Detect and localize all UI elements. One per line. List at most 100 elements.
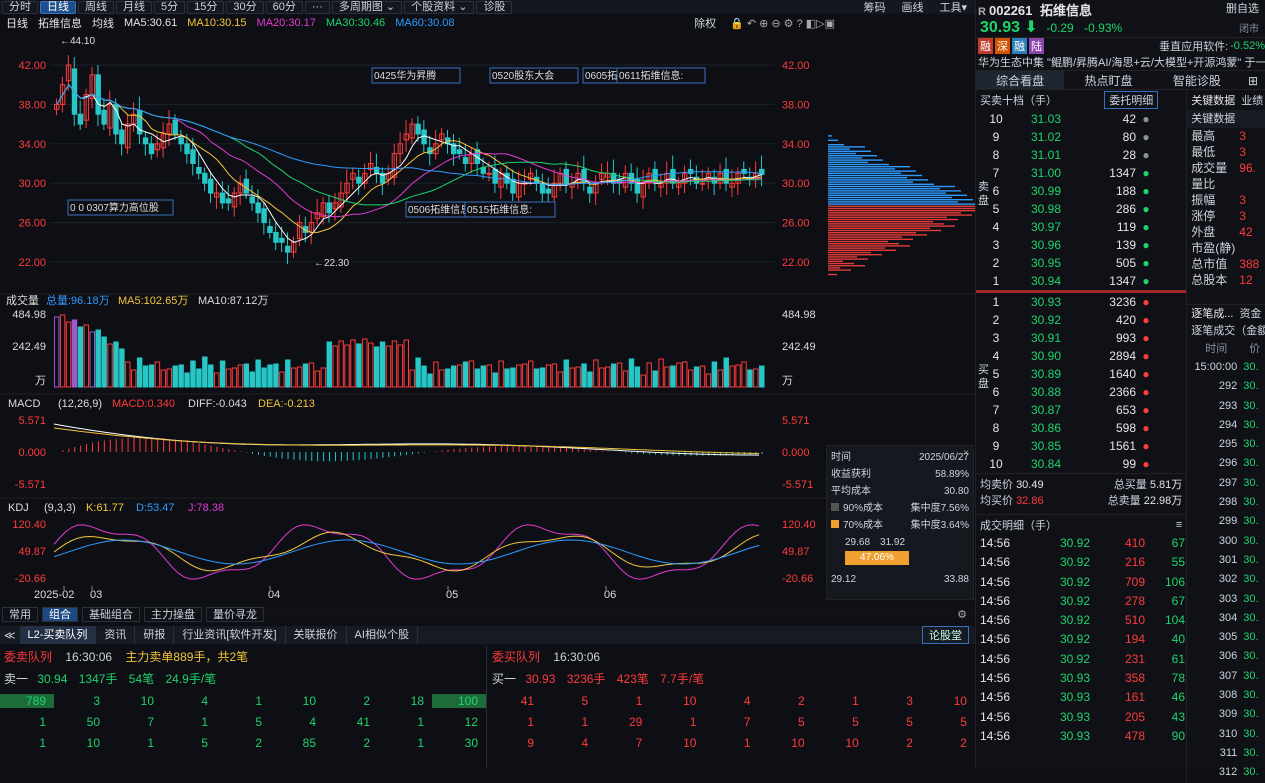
volume-bar[interactable]	[634, 366, 641, 388]
toolbar-right-item-1[interactable]: 画线	[901, 0, 923, 15]
volume-bar[interactable]	[616, 362, 623, 388]
candle-body[interactable]	[178, 137, 184, 145]
volume-bar[interactable]	[551, 363, 558, 388]
volume-bar[interactable]	[670, 365, 676, 388]
period-tab-11[interactable]: 诊股	[476, 0, 513, 14]
volume-bar[interactable]	[148, 364, 155, 388]
volume-bar[interactable]	[243, 363, 250, 388]
volume-bar[interactable]	[373, 346, 380, 388]
volume-bar[interactable]	[71, 319, 78, 388]
fund-tab[interactable]: 资金	[1239, 305, 1261, 322]
volume-bar[interactable]	[605, 366, 611, 388]
volume-bar[interactable]	[563, 359, 569, 388]
volume-bar[interactable]	[113, 341, 119, 388]
volume-bar[interactable]	[89, 331, 95, 388]
volume-bar[interactable]	[332, 345, 338, 388]
volume-bar[interactable]	[427, 373, 433, 388]
volume-bar[interactable]	[575, 366, 581, 388]
volume-bar[interactable]	[717, 369, 724, 388]
bottom-tab-4[interactable]: 量价寻龙	[206, 607, 264, 622]
volume-bar[interactable]	[119, 348, 125, 388]
volume-bar[interactable]	[285, 359, 291, 388]
candle-body[interactable]	[208, 178, 214, 194]
volume-bar[interactable]	[202, 356, 208, 388]
candle-body[interactable]	[101, 109, 107, 125]
orderbook-row[interactable]: 9 30.85 1561 ●	[976, 437, 1186, 455]
volume-bar[interactable]	[101, 336, 107, 388]
candle-body[interactable]	[741, 168, 747, 174]
candle-body[interactable]	[249, 196, 255, 204]
volume-bar[interactable]	[522, 363, 528, 388]
orderbook-row[interactable]: 6 30.88 2366 ●	[976, 383, 1186, 401]
volume-bar[interactable]	[125, 361, 131, 388]
period-tab-10[interactable]: 个股资料 ⌄	[404, 0, 475, 14]
volume-bar[interactable]	[208, 364, 214, 388]
orderbook-row[interactable]: 5 30.98 286 ●	[976, 200, 1186, 218]
orderbook-row[interactable]: 4 30.90 2894 ●	[976, 347, 1186, 365]
volume-bar[interactable]	[172, 365, 178, 388]
period-tab-4[interactable]: 5分	[154, 0, 186, 14]
remove-watchlist-button[interactable]: 删自选	[1226, 0, 1259, 16]
orderbook-row[interactable]: 9 31.02 80 ●	[976, 128, 1186, 146]
volume-bar[interactable]	[255, 359, 261, 388]
period-tab-3[interactable]: 月线	[116, 0, 152, 14]
mode-label[interactable]: 均线	[92, 15, 114, 31]
volume-bar[interactable]	[450, 365, 457, 388]
volume-bar[interactable]	[474, 368, 481, 388]
volume-bar[interactable]	[249, 371, 255, 388]
volume-bar[interactable]	[747, 369, 753, 388]
orderbook-row[interactable]: 7 30.87 653 ●	[976, 401, 1186, 419]
volume-bar[interactable]	[273, 363, 279, 388]
volume-bar[interactable]	[54, 316, 60, 388]
menu-icon[interactable]: ≡	[1176, 519, 1182, 531]
volume-bar[interactable]	[622, 370, 629, 388]
tab-overview[interactable]: 综合看盘	[976, 71, 1065, 89]
volume-bar[interactable]	[302, 363, 309, 388]
orderbook-row[interactable]: 1 30.93 3236 ●	[976, 293, 1186, 311]
gear-icon[interactable]: ⚙	[957, 608, 967, 621]
news-ticker[interactable]: 华为生态中集 "鲲鹏/昇腾AI/海思+云/大模型+开源鸿蒙" 于一...	[976, 54, 1265, 70]
volume-bar[interactable]	[510, 367, 516, 388]
volume-bar[interactable]	[225, 368, 232, 388]
l2-tab-3[interactable]: 行业资讯[软件开发]	[174, 626, 286, 644]
volume-bar[interactable]	[753, 368, 759, 388]
key-data-tab[interactable]: 关键数据	[1191, 92, 1235, 108]
close-icon[interactable]: ×	[963, 448, 969, 459]
volume-bar[interactable]	[261, 367, 267, 388]
volume-bar[interactable]	[131, 369, 137, 388]
l2-tab-4[interactable]: 关联报价	[286, 626, 347, 644]
volume-bar[interactable]	[486, 364, 492, 388]
candle-body[interactable]	[539, 182, 546, 194]
volume-bar[interactable]	[646, 362, 652, 388]
orderbook-row[interactable]: 6 30.99 188 ●	[976, 182, 1186, 200]
candle-body[interactable]	[415, 123, 421, 135]
volume-bar[interactable]	[741, 361, 747, 388]
period-tab-1[interactable]: 日线	[40, 0, 76, 14]
volume-bar[interactable]	[279, 371, 285, 388]
volume-bar[interactable]	[599, 367, 605, 388]
volume-bar[interactable]	[462, 361, 469, 388]
volume-bar[interactable]	[693, 366, 700, 388]
candle-body[interactable]	[95, 74, 101, 115]
tab-hotspot[interactable]: 热点盯盘	[1064, 71, 1152, 89]
volume-bar[interactable]	[196, 368, 202, 388]
volume-bar[interactable]	[664, 366, 670, 388]
orderbook-row[interactable]: 2 30.95 505 ●	[976, 254, 1186, 272]
orderbook-row[interactable]: 4 30.97 119 ●	[976, 218, 1186, 236]
volume-bar[interactable]	[705, 373, 712, 388]
volume-bar[interactable]	[699, 365, 706, 388]
volume-bar[interactable]	[320, 367, 327, 388]
orderbook-row[interactable]: 10 30.84 99 ●	[976, 455, 1186, 473]
volume-bar[interactable]	[759, 365, 765, 388]
volume-bar[interactable]	[610, 363, 617, 388]
volume-bar[interactable]	[409, 369, 415, 388]
volume-bar[interactable]	[403, 339, 410, 388]
volume-bar[interactable]	[391, 340, 398, 388]
add-tab-icon[interactable]: ⊞	[1241, 71, 1265, 89]
candle-body[interactable]	[326, 202, 332, 214]
volume-bar[interactable]	[729, 365, 735, 388]
volume-bar[interactable]	[421, 365, 427, 388]
candle-body[interactable]	[172, 119, 178, 135]
volume-bar[interactable]	[480, 365, 487, 388]
bottom-tab-3[interactable]: 主力操盘	[144, 607, 202, 622]
